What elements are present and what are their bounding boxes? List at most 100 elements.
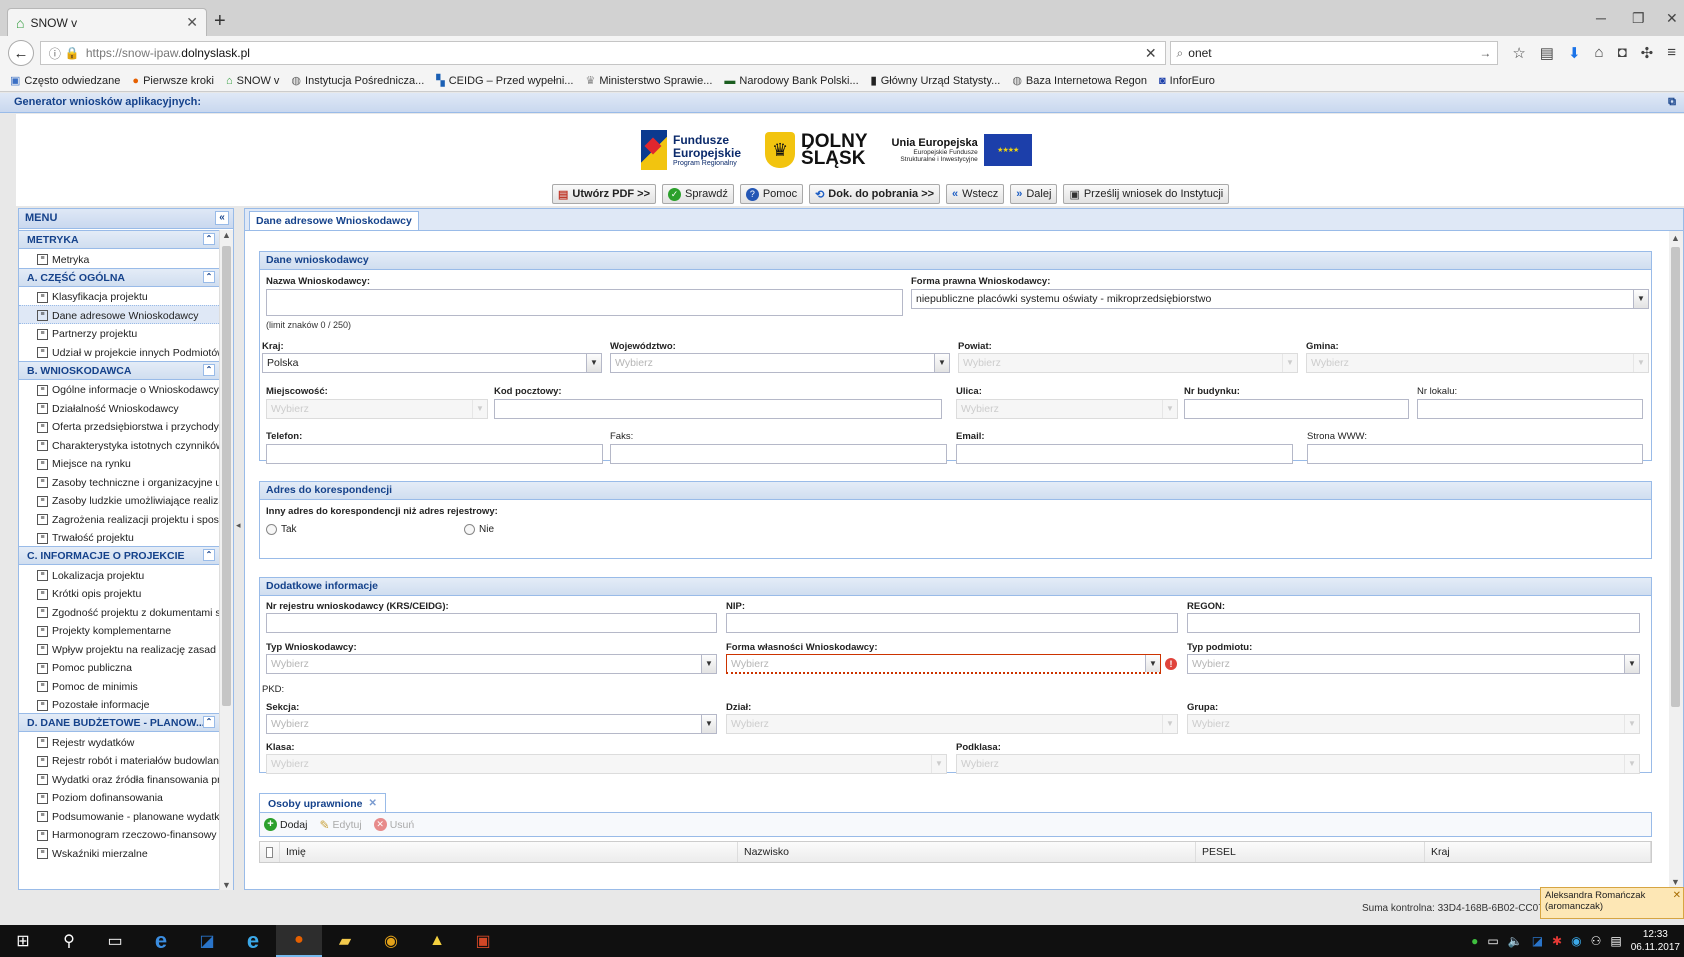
nazwa-wnioskodawcy-input[interactable] (266, 289, 903, 316)
menu-item[interactable]: ≡ Rejestr wydatków (19, 732, 219, 751)
tab-osoby-uprawnione[interactable]: Osoby uprawnione ✕ (259, 793, 386, 813)
chevron-down-icon[interactable]: ▼ (701, 655, 716, 673)
scrollbar-thumb[interactable] (1671, 247, 1680, 707)
menu-item[interactable]: ≡ Wskaźniki mierzalne (19, 843, 219, 862)
menu-item[interactable]: ≡ Harmonogram rzeczowo-finansowy (19, 825, 219, 844)
menu-item[interactable]: ≡ Zagrożenia realizacji projektu i sposob… (19, 509, 219, 528)
bookmark-item[interactable]: ▮ Główny Urząd Statysty... (871, 74, 1001, 88)
www-input[interactable] (1307, 444, 1643, 464)
nip-input[interactable] (726, 613, 1178, 633)
menu-icon[interactable]: ≡ (1667, 44, 1676, 62)
menu-item[interactable]: ≡ Krótki opis projektu (19, 584, 219, 603)
outlook-icon[interactable]: ◪ (184, 925, 230, 957)
documents-button[interactable]: ⟲ Dok. do pobrania >> (809, 184, 941, 204)
collapse-section-icon[interactable]: ⌃ (203, 233, 215, 245)
close-tab-icon[interactable]: ✕ (186, 14, 198, 31)
ulica-select[interactable]: Wybierz ▼ (956, 399, 1178, 419)
clock[interactable]: 12:33 06.11.2017 (1631, 928, 1680, 954)
column-header-nazwisko[interactable]: Nazwisko (738, 842, 1196, 862)
home-button-icon[interactable]: ⌂ (1595, 44, 1604, 62)
back-button[interactable]: ← (8, 40, 34, 66)
menu-section-header[interactable]: METRYKA ⌃ (19, 230, 219, 249)
menu-item[interactable]: ≡ Rejestr robót i materiałów budowlanych (19, 751, 219, 770)
task-view-icon[interactable]: ▭ (92, 925, 138, 957)
scroll-down-icon[interactable]: ▼ (1671, 877, 1680, 887)
menu-item[interactable]: ≡ Metryka (19, 249, 219, 268)
tab-dane-adresowe[interactable]: Dane adresowe Wnioskodawcy (249, 211, 419, 230)
nr-budynku-input[interactable] (1184, 399, 1409, 419)
browser-tab[interactable]: ⌂ SNOW v ✕ (7, 8, 207, 36)
chevron-down-icon[interactable]: ▼ (934, 354, 949, 372)
menu-item[interactable]: ≡ Pozostałe informacje (19, 695, 219, 714)
bookmark-item[interactable]: ◍ Baza Internetowa Regon (1012, 74, 1147, 88)
send-to-institution-button[interactable]: ▣ Prześlij wniosek do Instytucji (1063, 184, 1230, 204)
add-button[interactable]: + Dodaj (264, 818, 307, 831)
menu-item[interactable]: ≡ Pomoc publiczna (19, 658, 219, 677)
menu-section-header[interactable]: B. WNIOSKODAWCA ⌃ (19, 360, 219, 380)
menu-item[interactable]: ≡ Dane adresowe Wnioskodawcy (19, 305, 219, 324)
bookmark-item[interactable]: ▚ CEIDG – Przed wypełni... (436, 74, 573, 88)
menu-item[interactable]: ≡ Lokalizacja projektu (19, 565, 219, 584)
dzial-select[interactable]: Wybierz ▼ (726, 714, 1178, 734)
menu-item[interactable]: ≡ Pomoc de minimis (19, 676, 219, 695)
scroll-up-icon[interactable]: ▲ (222, 230, 231, 240)
typ-wnioskodawcy-select[interactable]: Wybierz ▼ (266, 654, 717, 674)
action-center-icon[interactable]: ▤ (1610, 934, 1621, 948)
menu-item[interactable]: ≡ Oferta przedsiębiorstwa i przychody z d (19, 417, 219, 436)
regon-input[interactable] (1187, 613, 1640, 633)
menu-item[interactable]: ≡ Projekty komplementarne (19, 621, 219, 640)
volume-icon[interactable]: 🔈 (1508, 934, 1523, 948)
minimize-icon[interactable]: ─ (1596, 10, 1606, 26)
chevron-down-icon[interactable]: ▼ (586, 354, 601, 372)
error-icon[interactable]: ! (1165, 658, 1177, 670)
menu-item[interactable]: ≡ Zgodność projektu z dokumentami stra (19, 602, 219, 621)
podklasa-select[interactable]: Wybierz ▼ (956, 754, 1640, 774)
restore-panel-icon[interactable]: ⧉ (1668, 96, 1676, 109)
file-explorer-icon[interactable]: ▰ (322, 925, 368, 957)
collapse-section-icon[interactable]: ⌃ (203, 549, 215, 561)
menu-item[interactable]: ≡ Charakterystyka istotnych czynników k (19, 435, 219, 454)
bookmark-item[interactable]: ▬ Narodowy Bank Polski... (724, 75, 858, 87)
menu-section-header[interactable]: D. DANE BUDŻETOWE - PLANOW... ⌃ (19, 713, 219, 732)
menu-item[interactable]: ≡ Udział w projekcie innych Podmiotów (19, 342, 219, 361)
extension-icon[interactable]: ✣ (1641, 44, 1654, 62)
scrollbar-thumb[interactable] (222, 246, 231, 706)
tray-app-icon[interactable]: ◉ (1571, 934, 1581, 948)
miejscowosc-select[interactable]: Wybierz ▼ (266, 399, 488, 419)
faks-input[interactable] (610, 444, 947, 464)
internet-explorer-icon[interactable]: e (230, 925, 276, 957)
telefon-input[interactable] (266, 444, 603, 464)
menu-item[interactable]: ≡ Podsumowanie - planowane wydatki w (19, 806, 219, 825)
bookmark-item[interactable]: ♛ Ministerstwo Sprawie... (585, 74, 712, 88)
url-bar[interactable]: ⓘ 🔒 https://snow-ipaw. dolnyslask.pl ✕ (39, 41, 1166, 65)
user-notification[interactable]: Aleksandra Romańczak (aromanczak) ✕ (1540, 887, 1684, 919)
nr-lokalu-input[interactable] (1417, 399, 1643, 419)
acrobat-icon[interactable]: ✱ (1552, 934, 1562, 948)
bookmark-item[interactable]: ⌂ SNOW v (226, 75, 279, 87)
next-button[interactable]: » Dalej (1010, 184, 1058, 204)
forma-prawna-select[interactable]: niepubliczne placówki systemu oświaty - … (911, 289, 1649, 309)
edit-button[interactable]: ✎ Edytuj (319, 818, 361, 832)
restore-icon[interactable]: ❐ (1632, 10, 1645, 27)
bookmark-item[interactable]: ◙ InforEuro (1159, 75, 1215, 87)
klasa-select[interactable]: Wybierz ▼ (266, 754, 947, 774)
menu-item[interactable]: ≡ Wydatki oraz źródła finansowania proje (19, 769, 219, 788)
remove-button[interactable]: ✕ Usuń (373, 818, 414, 831)
collapse-menu-icon[interactable]: « (215, 211, 229, 225)
menu-item[interactable]: ≡ Klasyfikacja projektu (19, 287, 219, 306)
close-tab-icon[interactable]: ✕ (369, 798, 377, 809)
star-icon[interactable]: ☆ (1512, 44, 1525, 62)
bookmark-item[interactable]: ● Pierwsze kroki (132, 75, 214, 87)
column-header-pesel[interactable]: PESEL (1196, 842, 1425, 862)
gmina-select[interactable]: Wybierz ▼ (1306, 353, 1649, 373)
search-bar[interactable]: ⌕ onet → (1169, 41, 1499, 65)
edge-icon[interactable]: e (138, 925, 184, 957)
typ-podmiotu-select[interactable]: Wybierz ▼ (1187, 654, 1640, 674)
firefox-icon[interactable]: ● (276, 925, 322, 957)
menu-section-header[interactable]: A. CZĘŚĆ OGÓLNA ⌃ (19, 267, 219, 287)
menu-item[interactable]: ≡Zasoby ludzkie umożliwiające realizację (19, 491, 219, 510)
outlook-tray-icon[interactable]: ◪ (1532, 934, 1543, 948)
splitter-collapse-icon[interactable]: ◂ (236, 520, 241, 531)
bookmark-item[interactable]: ▣ Często odwiedzane (10, 74, 120, 88)
scroll-down-icon[interactable]: ▼ (222, 880, 231, 890)
